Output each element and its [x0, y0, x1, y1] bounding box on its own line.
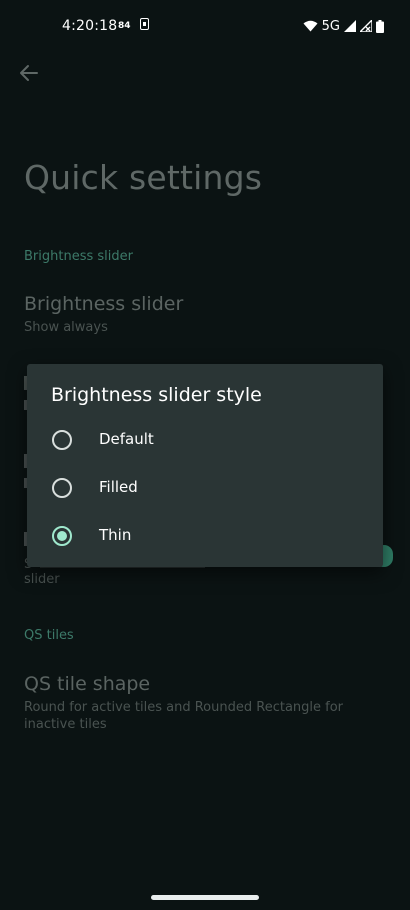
dialog-title: Brightness slider style	[51, 384, 262, 406]
status-bar: 4:20:18 84 5G	[0, 0, 410, 52]
radio-button[interactable]	[52, 430, 72, 450]
battery-icon	[376, 19, 384, 33]
sim-card-icon	[140, 18, 149, 30]
radio-button[interactable]	[52, 478, 72, 498]
option-label: Filled	[99, 478, 138, 496]
hidden-pref-summary-end: slider	[24, 572, 60, 587]
arrow-left-icon[interactable]	[16, 60, 42, 86]
option-thin[interactable]: Thin	[27, 514, 383, 558]
status-icons: 5G	[303, 18, 384, 34]
option-default[interactable]: Default	[27, 418, 383, 462]
pref-title: Brightness slider	[24, 293, 184, 315]
option-label: Default	[99, 430, 154, 448]
option-label: Thin	[99, 526, 132, 544]
pref-title: QS tile shape	[24, 673, 151, 695]
section-header-qs-tiles: QS tiles	[24, 628, 74, 643]
section-header-brightness: Brightness slider	[24, 249, 133, 264]
pref-summary: Show always	[24, 320, 108, 335]
page-title: Quick settings	[24, 158, 263, 197]
network-type: 5G	[321, 18, 340, 34]
option-filled[interactable]: Filled	[27, 466, 383, 510]
clock: 4:20:18	[62, 18, 118, 34]
notification-indicator: 84	[118, 21, 131, 31]
home-indicator[interactable]	[151, 895, 259, 900]
signal-icon	[344, 20, 356, 32]
wifi-icon	[303, 20, 318, 32]
pref-summary: Round for active tiles and Rounded Recta…	[24, 700, 344, 732]
brightness-style-dialog: Brightness slider style Default Filled T…	[27, 364, 383, 567]
signal-no-data-icon	[360, 20, 372, 32]
radio-button-selected[interactable]	[52, 526, 72, 546]
